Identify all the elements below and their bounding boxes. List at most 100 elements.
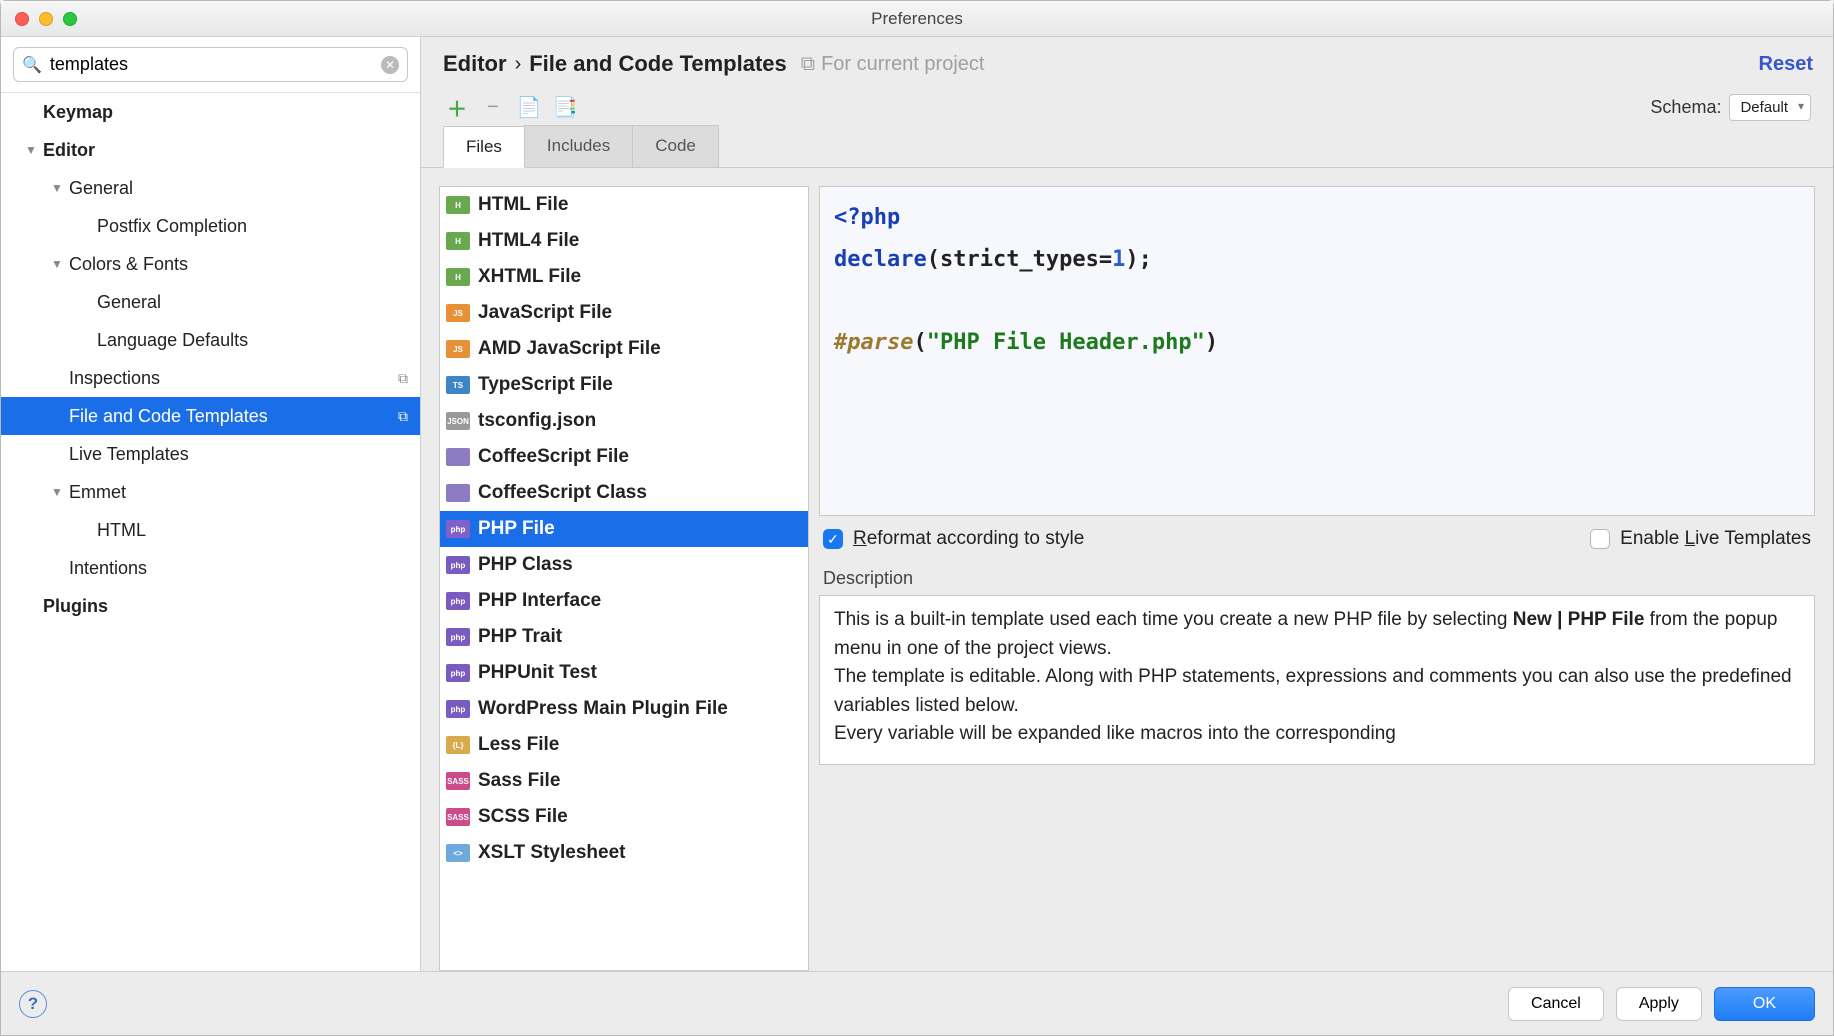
tree-item[interactable]: Language Defaults [1, 321, 420, 359]
code-token: #parse [834, 330, 913, 355]
tree-item[interactable]: File and Code Templates⧉ [1, 397, 420, 435]
tree-label: Plugins [43, 596, 108, 617]
tree-item[interactable]: Postfix Completion [1, 207, 420, 245]
add-template-button[interactable]: ＋ [443, 93, 471, 121]
template-item[interactable]: SASSSCSS File [440, 799, 808, 835]
template-item[interactable]: php WordPress Main Plugin File [440, 691, 808, 727]
file-type-icon: TS [446, 376, 470, 394]
file-type-icon: JS [446, 340, 470, 358]
template-label: CoffeeScript Class [478, 482, 647, 504]
twisty-icon: ▼ [23, 143, 39, 157]
file-type-icon: <> [446, 844, 470, 862]
template-item[interactable]: phpPHPUnit Test [440, 655, 808, 691]
template-item[interactable]: phpPHP Trait [440, 619, 808, 655]
tree-label: Keymap [43, 102, 113, 123]
code-token: ( [913, 330, 926, 355]
template-label: WordPress Main Plugin File [478, 698, 728, 720]
template-item[interactable]: TSTypeScript File [440, 367, 808, 403]
desc-text: This is a built-in template used each ti… [834, 609, 1513, 630]
breadcrumb-parent: Editor [443, 51, 507, 77]
code-token: "PHP File Header.php" [927, 330, 1205, 355]
settings-tree[interactable]: Keymap▼Editor▼GeneralPostfix Completion▼… [1, 93, 420, 971]
file-type-icon: JSON [446, 412, 470, 430]
template-item[interactable]: H HTML4 File [440, 223, 808, 259]
template-item[interactable]: CoffeeScript File [440, 439, 808, 475]
tree-item[interactable]: General [1, 283, 420, 321]
template-item[interactable]: JSJavaScript File [440, 295, 808, 331]
file-type-icon [446, 448, 470, 466]
footer: ? Cancel Apply OK [1, 971, 1833, 1035]
template-item[interactable]: phpPHP Interface [440, 583, 808, 619]
template-label: HTML4 File [478, 230, 579, 252]
ok-button[interactable]: OK [1714, 987, 1815, 1021]
tree-label: General [69, 178, 133, 199]
template-item[interactable]: <>XSLT Stylesheet [440, 835, 808, 871]
reset-link[interactable]: Reset [1759, 53, 1813, 76]
schema-select[interactable]: Default [1729, 94, 1811, 121]
file-type-icon: php [446, 556, 470, 574]
cancel-button[interactable]: Cancel [1508, 987, 1604, 1021]
breadcrumb-sep: › [515, 53, 522, 76]
checkbox-icon [1590, 529, 1610, 549]
tree-item[interactable]: HTML [1, 511, 420, 549]
twisty-icon: ▼ [49, 181, 65, 195]
tab-code[interactable]: Code [632, 125, 719, 167]
live-templates-label: Enable Live Templates [1620, 528, 1811, 550]
template-item[interactable]: SASSSass File [440, 763, 808, 799]
search-input[interactable] [46, 52, 381, 77]
file-type-icon: SASS [446, 808, 470, 826]
code-token: 1 [1112, 247, 1125, 272]
reformat-checkbox[interactable]: ✓ Reformat according to style [823, 528, 1084, 550]
copy-template-button[interactable]: 📄 [515, 93, 543, 121]
breadcrumb-current: File and Code Templates [529, 51, 787, 77]
tree-item[interactable]: ▼ General [1, 169, 420, 207]
twisty-icon: ▼ [49, 485, 65, 499]
description-heading: Description [823, 568, 1811, 589]
template-label: HTML File [478, 194, 568, 216]
template-item[interactable]: CoffeeScript Class [440, 475, 808, 511]
template-item[interactable]: H HTML File [440, 187, 808, 223]
apply-button[interactable]: Apply [1616, 987, 1702, 1021]
template-label: PHP File [478, 518, 555, 540]
template-item[interactable]: JSONtsconfig.json [440, 403, 808, 439]
live-templates-checkbox[interactable]: Enable Live Templates [1590, 528, 1811, 550]
tab-includes[interactable]: Includes [524, 125, 633, 167]
tree-label: Language Defaults [97, 330, 248, 351]
template-item[interactable]: phpPHP Class [440, 547, 808, 583]
clear-search-icon[interactable]: ✕ [381, 56, 399, 74]
revert-template-button[interactable]: 📑 [551, 93, 579, 121]
tree-item[interactable]: ▼Editor [1, 131, 420, 169]
file-type-icon [446, 484, 470, 502]
desc-text: The template is editable. Along with PHP… [834, 666, 1792, 716]
tree-item[interactable]: Keymap [1, 93, 420, 131]
toolbar: ＋ − 📄 📑 Schema: Default [421, 87, 1833, 121]
tab-files[interactable]: Files [443, 126, 525, 168]
code-token: declare [834, 247, 927, 272]
template-code-editor[interactable]: <?php declare(strict_types=1); #parse("P… [819, 186, 1815, 516]
templates-list[interactable]: H HTML File H HTML4 File H XHTML File JSJavaSc… [439, 186, 809, 971]
tree-item[interactable]: Inspections⧉ [1, 359, 420, 397]
project-scope-icon: ⧉ [398, 408, 408, 425]
template-label: CoffeeScript File [478, 446, 629, 468]
search-box[interactable]: 🔍 ✕ [13, 47, 408, 82]
template-item[interactable]: phpPHP File [440, 511, 808, 547]
window-title: Preferences [1, 9, 1833, 29]
remove-template-button[interactable]: − [479, 93, 507, 121]
file-type-icon: php [446, 664, 470, 682]
template-item[interactable]: JS AMD JavaScript File [440, 331, 808, 367]
template-label: AMD JavaScript File [478, 338, 661, 360]
template-label: XHTML File [478, 266, 581, 288]
template-item[interactable]: {L}Less File [440, 727, 808, 763]
tree-item[interactable]: ▼Colors & Fonts [1, 245, 420, 283]
tree-item[interactable]: Live Templates [1, 435, 420, 473]
tree-item[interactable]: Intentions [1, 549, 420, 587]
file-type-icon: H [446, 268, 470, 286]
tree-item[interactable]: ▼Emmet [1, 473, 420, 511]
file-type-icon: H [446, 196, 470, 214]
template-item[interactable]: H XHTML File [440, 259, 808, 295]
tree-item[interactable]: Plugins [1, 587, 420, 625]
tree-label: Colors & Fonts [69, 254, 188, 275]
file-type-icon: H [446, 232, 470, 250]
file-type-icon: php [446, 700, 470, 718]
help-button[interactable]: ? [19, 990, 47, 1018]
